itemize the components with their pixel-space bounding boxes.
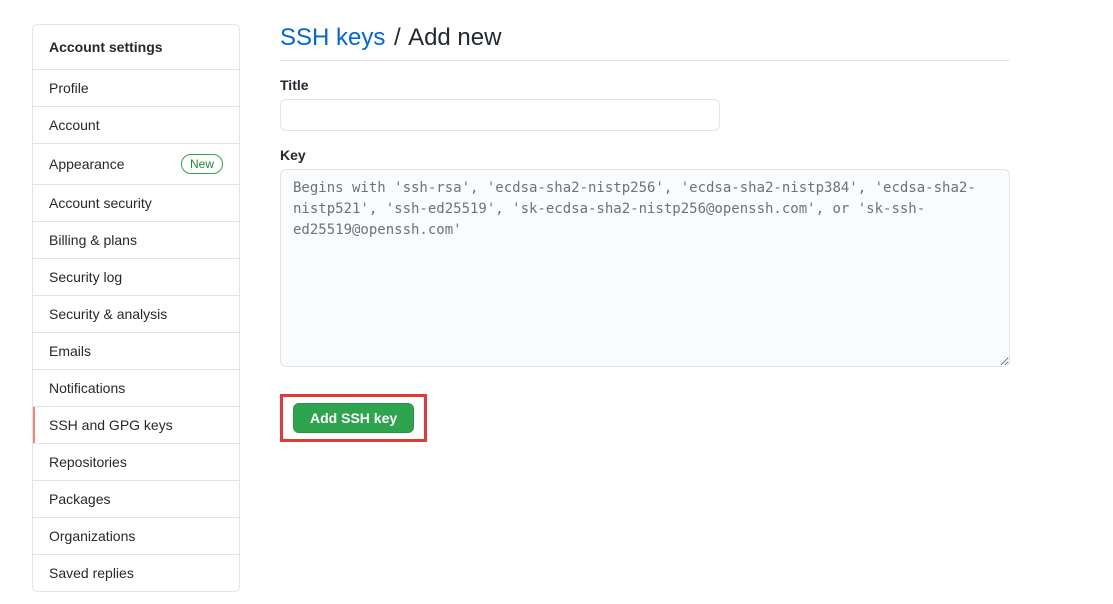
sidebar-item-label: Security log	[49, 269, 122, 285]
main-content: SSH keys / Add new Title Key Add SSH key	[280, 24, 1010, 592]
sidebar-item-label: Account security	[49, 195, 152, 211]
settings-sidebar: Account settings Profile Account Appeara…	[32, 24, 240, 592]
breadcrumb-current: Add new	[408, 24, 501, 51]
sidebar-item-security-log[interactable]: Security log	[33, 259, 239, 296]
sidebar-item-profile[interactable]: Profile	[33, 70, 239, 107]
sidebar-item-label: Security & analysis	[49, 306, 167, 322]
sidebar-item-notifications[interactable]: Notifications	[33, 370, 239, 407]
form-group-title: Title	[280, 77, 1010, 131]
sidebar-item-label: SSH and GPG keys	[49, 417, 173, 433]
sidebar-item-emails[interactable]: Emails	[33, 333, 239, 370]
sidebar-item-ssh-gpg-keys[interactable]: SSH and GPG keys	[33, 407, 239, 444]
title-input[interactable]	[280, 99, 720, 131]
sidebar-item-account[interactable]: Account	[33, 107, 239, 144]
sidebar-item-organizations[interactable]: Organizations	[33, 518, 239, 555]
key-textarea[interactable]	[280, 169, 1010, 367]
sidebar-item-security-analysis[interactable]: Security & analysis	[33, 296, 239, 333]
sidebar-item-label: Saved replies	[49, 565, 134, 581]
new-badge: New	[181, 154, 223, 174]
sidebar-item-account-security[interactable]: Account security	[33, 185, 239, 222]
sidebar-item-label: Account	[49, 117, 100, 133]
sidebar-item-repositories[interactable]: Repositories	[33, 444, 239, 481]
sidebar-item-label: Repositories	[49, 454, 127, 470]
sidebar-item-appearance[interactable]: Appearance New	[33, 144, 239, 185]
sidebar-item-label: Notifications	[49, 380, 125, 396]
sidebar-item-saved-replies[interactable]: Saved replies	[33, 555, 239, 591]
sidebar-item-packages[interactable]: Packages	[33, 481, 239, 518]
sidebar-item-label: Billing & plans	[49, 232, 137, 248]
page-heading: SSH keys / Add new	[280, 24, 1010, 61]
sidebar-header: Account settings	[33, 25, 239, 70]
breadcrumb-link-ssh-keys[interactable]: SSH keys	[280, 24, 385, 51]
sidebar-item-label: Profile	[49, 80, 89, 96]
key-label: Key	[280, 147, 1010, 163]
add-ssh-key-button[interactable]: Add SSH key	[293, 403, 414, 433]
title-label: Title	[280, 77, 1010, 93]
form-group-key: Key	[280, 147, 1010, 370]
sidebar-item-label: Packages	[49, 491, 110, 507]
breadcrumb-separator: /	[392, 24, 403, 51]
sidebar-item-label: Emails	[49, 343, 91, 359]
settings-menu: Account settings Profile Account Appeara…	[32, 24, 240, 592]
sidebar-item-label: Organizations	[49, 528, 135, 544]
sidebar-item-label: Appearance	[49, 156, 125, 172]
annotation-highlight: Add SSH key	[280, 394, 427, 442]
sidebar-item-billing[interactable]: Billing & plans	[33, 222, 239, 259]
